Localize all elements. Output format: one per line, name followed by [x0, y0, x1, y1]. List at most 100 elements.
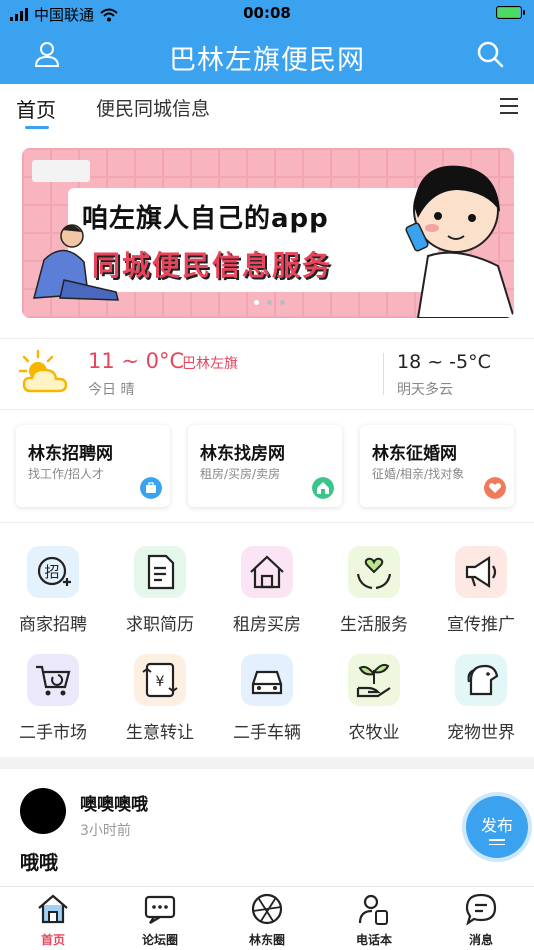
banner-dot[interactable] — [267, 300, 272, 305]
battery-icon — [496, 6, 525, 19]
grid-item-pets[interactable]: 宠物世界 — [428, 648, 534, 748]
grid-item-promotion[interactable]: 宣传推广 — [428, 540, 534, 640]
post-item[interactable]: 噢噢噢哦 3小时前 哦哦 — [0, 780, 534, 890]
aperture-icon — [251, 893, 283, 925]
avatar[interactable] — [20, 788, 66, 834]
cart-icon — [27, 654, 79, 706]
banner-pagination — [254, 300, 285, 305]
svg-text:招: 招 — [44, 563, 59, 581]
top-bar: 中国联通 00:08 巴林左旗便民网 — [0, 0, 534, 84]
site-cards: 林东招聘网 找工作/招人才 林东找房网 租房/买房/卖房 林东征婚网 征婚/相亲… — [0, 425, 534, 509]
banner-headline: 咱左旗人自己的app — [82, 204, 329, 234]
tab-home[interactable]: 首页 — [16, 94, 56, 123]
status-time: 00:08 — [243, 4, 291, 22]
grid-item-recruit[interactable]: 招 商家招聘 — [0, 540, 106, 640]
page-title: 巴林左旗便民网 — [169, 45, 365, 76]
section-gap — [0, 757, 534, 769]
house-icon — [312, 477, 334, 499]
status-bar: 中国联通 00:08 — [0, 0, 534, 28]
recruit-icon: 招 — [27, 546, 79, 598]
chat-icon — [144, 895, 176, 924]
banner-tag — [32, 160, 90, 182]
tab-local-info[interactable]: 便民同城信息 — [96, 94, 210, 121]
grid-label: 农牧业 — [348, 723, 400, 743]
grid-label: 商家招聘 — [19, 615, 87, 635]
weather-widget[interactable]: 11 ~ 0°C 巴林左旗 今日 晴 18 ~ -5°C 明天多云 — [0, 338, 534, 410]
weather-city: 巴林左旗 — [182, 356, 238, 372]
yuan-transfer-icon: ¥ — [134, 654, 186, 706]
grid-label: 租房买房 — [233, 615, 301, 635]
sprout-icon — [348, 654, 400, 706]
today-temperature: 11 ~ 0°C — [88, 349, 185, 373]
card-recruitment[interactable]: 林东招聘网 找工作/招人才 — [16, 425, 170, 507]
publish-label: 发布 — [480, 816, 513, 835]
tomorrow-description: 明天多云 — [397, 382, 453, 398]
grid-item-secondhand[interactable]: 二手市场 — [0, 648, 106, 748]
card-title: 林东找房网 — [200, 444, 285, 464]
card-subtitle: 租房/买房/卖房 — [200, 467, 281, 481]
card-title: 林东招聘网 — [28, 444, 113, 464]
banner-subheadline: 同城便民信息服务 — [92, 249, 333, 282]
post-time: 3小时前 — [80, 823, 131, 839]
tab-underline — [25, 126, 49, 129]
resume-icon — [134, 546, 186, 598]
nav-home[interactable]: 首页 — [0, 891, 106, 948]
promo-banner[interactable]: 咱左旗人自己的app 同城便民信息服务 — [22, 148, 514, 318]
grid-label: 宣传推广 — [447, 615, 515, 635]
car-icon — [241, 654, 293, 706]
search-icon[interactable] — [474, 38, 506, 70]
grid-label: 二手车辆 — [233, 723, 301, 743]
grid-item-housing[interactable]: 租房买房 — [214, 540, 320, 640]
card-subtitle: 征婚/相亲/找对象 — [372, 467, 465, 481]
megaphone-icon — [455, 546, 507, 598]
card-marriage[interactable]: 林东征婚网 征婚/相亲/找对象 — [360, 425, 514, 507]
banner-dot[interactable] — [254, 300, 259, 305]
sun-cloud-icon — [18, 349, 68, 393]
nav-lindong[interactable]: 林东圈 — [214, 891, 320, 948]
nav-label: 消息 — [468, 933, 493, 947]
nav-label: 林东圈 — [248, 933, 285, 947]
grid-item-life-service[interactable]: 生活服务 — [321, 540, 427, 640]
grid-label: 生活服务 — [340, 615, 408, 635]
heart-icon — [484, 477, 506, 499]
weather-divider — [383, 353, 384, 395]
nav-label: 论坛圈 — [141, 933, 178, 947]
grid-item-business-transfer[interactable]: ¥ 生意转让 — [107, 648, 213, 748]
tab-bar: 首页 便民同城信息 — [0, 84, 534, 132]
home-icon — [38, 894, 68, 924]
nav-phonebook[interactable]: 电话本 — [321, 891, 427, 948]
today-description: 今日 晴 — [88, 382, 135, 398]
nav-messages[interactable]: 消息 — [428, 891, 534, 948]
message-icon — [465, 893, 497, 926]
banner-dot[interactable] — [280, 300, 285, 305]
nav-forum[interactable]: 论坛圈 — [107, 891, 213, 948]
card-housing[interactable]: 林东找房网 租房/买房/卖房 — [188, 425, 342, 507]
bottom-nav: 首页 论坛圈 林东圈 电话本 消息 — [0, 886, 534, 950]
girl-with-phone-illustration — [405, 165, 514, 318]
tomorrow-temperature: 18 ~ -5°C — [397, 351, 491, 373]
card-subtitle: 找工作/招人才 — [28, 467, 105, 481]
svg-text:¥: ¥ — [156, 674, 165, 690]
grid-label: 二手市场 — [19, 723, 87, 743]
publish-lines-icon — [489, 839, 505, 845]
nav-label: 首页 — [40, 933, 65, 947]
menu-icon[interactable] — [500, 98, 518, 114]
grid-item-resume[interactable]: 求职简历 — [107, 540, 213, 640]
card-title: 林东征婚网 — [372, 444, 457, 464]
grid-item-agriculture[interactable]: 农牧业 — [321, 648, 427, 748]
heart-hands-icon — [348, 546, 400, 598]
grid-item-used-cars[interactable]: 二手车辆 — [214, 648, 320, 748]
post-content: 哦哦 — [20, 852, 59, 874]
divider — [0, 522, 534, 523]
grid-label: 生意转让 — [126, 723, 194, 743]
post-username[interactable]: 噢噢噢哦 — [80, 790, 148, 815]
header: 巴林左旗便民网 — [0, 28, 534, 84]
house-icon — [241, 546, 293, 598]
grid-label: 宠物世界 — [447, 723, 515, 743]
briefcase-icon — [140, 477, 162, 499]
dog-icon — [455, 654, 507, 706]
contact-phone-icon — [358, 894, 388, 925]
nav-label: 电话本 — [355, 933, 392, 947]
grid-label: 求职简历 — [126, 615, 194, 635]
publish-button[interactable]: 发布 — [466, 796, 528, 858]
